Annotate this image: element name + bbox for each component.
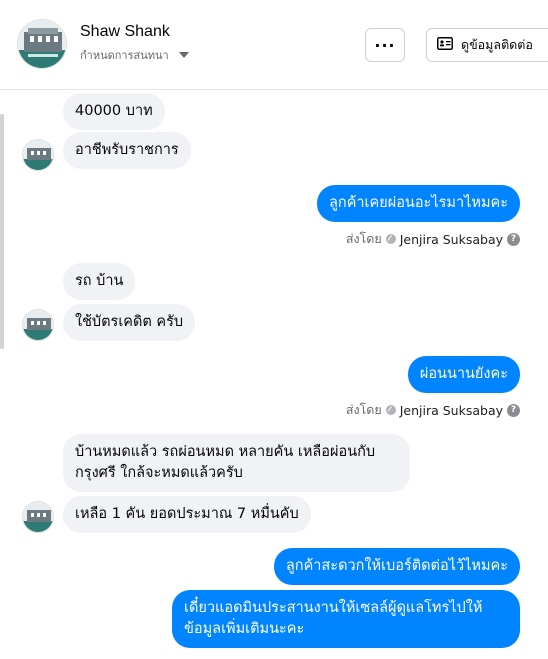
message-incoming[interactable]: อาชีพรับราชการ (63, 132, 191, 169)
message-outgoing[interactable]: เดี๋ยวแอดมินประสานงานให้เซลล์ผู้ดูแลโทรไ… (172, 590, 520, 648)
message-incoming[interactable]: ใช้บัตรเคดิต ครับ (63, 304, 196, 341)
sender-name[interactable]: Jenjira Suksabay (400, 232, 503, 247)
page-avatar[interactable] (17, 19, 67, 69)
message-incoming[interactable]: บ้านหมดแล้ว รถผ่อนหมด หลายคัน เหลือผ่อนก… (63, 434, 410, 492)
message-incoming[interactable]: รถ บ้าน (63, 263, 136, 300)
sender-name[interactable]: Jenjira Suksabay (400, 403, 503, 418)
more-options-button[interactable]: ··· (365, 28, 405, 62)
message-outgoing[interactable]: ลูกค้าสะดวกให้เบอร์ติดต่อไว้ไหมคะ (273, 548, 520, 585)
sent-by-prefix: ส่งโดย (345, 402, 382, 417)
verified-icon (385, 234, 396, 244)
contact-card-icon (437, 37, 453, 53)
chevron-down-icon (178, 52, 189, 58)
help-circle-icon[interactable]: ? (507, 232, 520, 246)
help-circle-icon[interactable]: ? (507, 403, 520, 417)
conversation-status-label: กำหนดการสนทนา (80, 49, 169, 62)
conversation-status[interactable]: กำหนดการสนทนา (80, 46, 189, 64)
conversation-header: Shaw Shank กำหนดการสนทนา ··· ดูข้อมูลติด… (0, 0, 548, 90)
sent-by-label: ส่งโดย Jenjira Suksabay ? (346, 229, 520, 249)
sender-avatar[interactable] (22, 139, 54, 171)
message-outgoing[interactable]: ลูกค้าเคยผ่อนอะไรมาไหมคะ (317, 185, 520, 222)
sender-avatar[interactable] (22, 309, 54, 341)
verified-icon (385, 405, 396, 415)
message-outgoing[interactable]: ผ่อนนานยังคะ (407, 356, 520, 393)
message-incoming[interactable]: 40000 บาท (63, 93, 165, 130)
page-name[interactable]: Shaw Shank (80, 23, 170, 41)
sent-by-prefix: ส่งโดย (345, 231, 382, 246)
view-contact-label: ดูข้อมูลติดต่อ (461, 37, 533, 52)
message-incoming[interactable]: เหลือ 1 คัน ยอดประมาณ 7 หมื่นคับ (63, 496, 311, 533)
sender-avatar[interactable] (22, 501, 54, 533)
more-horizontal-icon: ··· (374, 35, 396, 55)
view-contact-button[interactable]: ดูข้อมูลติดต่อ (426, 28, 548, 62)
sent-by-label: ส่งโดย Jenjira Suksabay ? (346, 400, 520, 420)
scrollbar[interactable] (0, 114, 4, 349)
